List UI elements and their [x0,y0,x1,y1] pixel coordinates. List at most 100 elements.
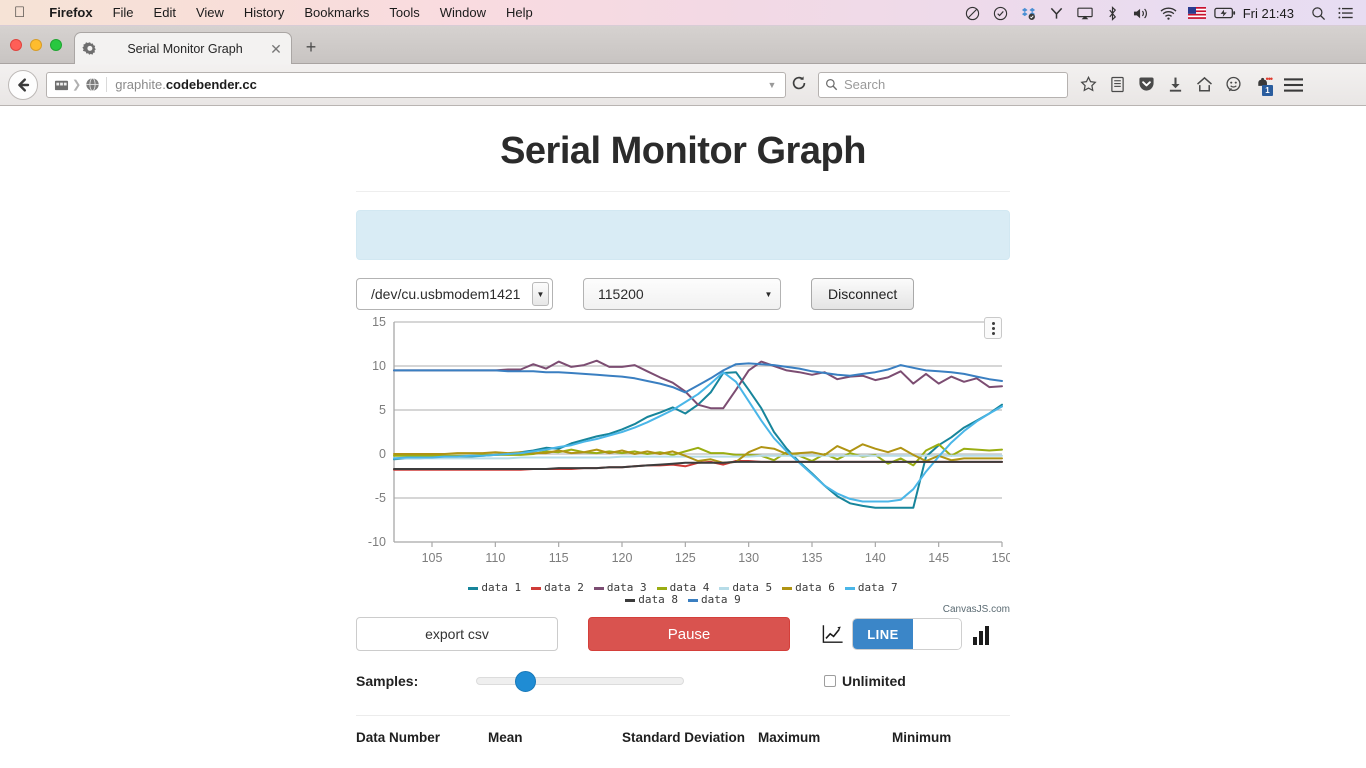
url-text[interactable]: graphite.codebender.cc [106,77,763,92]
bar-1 [973,637,977,645]
minimize-window-button[interactable] [30,39,42,51]
chart-type-toggle[interactable]: LINE [852,618,962,650]
url-bar[interactable]: ❯ graphite.codebender.cc ▼ [46,72,786,98]
close-tab-button[interactable]: ✕ [267,42,285,56]
site-identity-icon[interactable] [51,75,71,95]
page-title: Serial Monitor Graph [348,124,1018,191]
statistics-table: Data Number Mean Standard Deviation Maxi… [356,716,1026,745]
menu-item-firefox[interactable]: Firefox [39,5,102,20]
reader-list-icon[interactable] [1103,70,1132,100]
legend-swatch [625,599,635,602]
pause-button[interactable]: Pause [588,617,790,651]
back-button[interactable] [8,70,38,100]
kebab-menu-icon[interactable] [984,317,1002,339]
bookmark-star-icon[interactable] [1074,70,1103,100]
export-csv-button[interactable]: export csv [356,617,558,651]
menu-item-history[interactable]: History [234,5,294,20]
chevron-down-icon[interactable]: ▼ [760,282,777,306]
svg-text:110: 110 [485,551,505,565]
serial-output-box[interactable] [356,210,1010,260]
chart-canvas[interactable]: -10-505101510511011512012513013514014515… [356,314,1010,576]
port-select[interactable]: /dev/cu.usbmodem1421 ▼ [356,278,553,310]
svg-text:-10: -10 [368,535,386,549]
unlimited-label: Unlimited [842,673,906,689]
url-dropdown-icon[interactable]: ▼ [763,80,781,90]
bar-chart-icon[interactable] [970,623,992,645]
close-window-button[interactable] [10,39,22,51]
legend-item-7[interactable]: data 7 [845,582,898,594]
search-placeholder: Search [844,77,885,92]
dropbox-icon[interactable] [1015,0,1043,26]
legend-swatch [688,599,698,602]
us-flag-icon[interactable] [1183,0,1211,26]
unlimited-checkbox[interactable] [824,675,836,687]
chart-type-toggle-value[interactable]: LINE [853,619,913,649]
volume-icon[interactable] [1127,0,1155,26]
serial-monitor-app: Serial Monitor Graph /dev/cu.usbmodem142… [348,106,1018,745]
menu-item-help[interactable]: Help [496,5,543,20]
pocket-icon[interactable] [1132,70,1161,100]
legend-item-1[interactable]: data 1 [468,582,521,594]
menu-item-bookmarks[interactable]: Bookmarks [294,5,379,20]
table-header-maximum: Maximum [758,716,892,745]
browser-tab[interactable]: Serial Monitor Graph ✕ [74,32,292,64]
reload-button[interactable] [786,75,812,95]
chart-legend[interactable]: data 1data 2data 3data 4data 5data 6data… [356,582,1010,606]
legend-label: data 9 [701,593,741,606]
do-not-disturb-icon[interactable] [959,0,987,26]
extension-icon[interactable]: ••• 1 [1248,70,1277,100]
menu-item-tools[interactable]: Tools [379,5,429,20]
disconnect-button[interactable]: Disconnect [811,278,914,310]
search-icon [825,78,838,91]
samples-slider-knob[interactable] [515,671,536,692]
checkmark-circle-icon[interactable] [987,0,1015,26]
menu-item-edit[interactable]: Edit [144,5,186,20]
baudrate-select[interactable]: 115200 ▼ [583,278,781,310]
notification-center-icon[interactable] [1332,0,1360,26]
unlimited-toggle[interactable]: Unlimited [824,673,906,689]
line-chart-icon[interactable] [822,623,844,645]
chat-icon[interactable] [1219,70,1248,100]
macos-menu-bar:  Firefox File Edit View History Bookmar… [0,0,1366,26]
home-icon[interactable] [1190,70,1219,100]
spotlight-search-icon[interactable] [1304,0,1332,26]
legend-label: data 6 [795,581,835,594]
menu-item-window[interactable]: Window [430,5,496,20]
bluetooth-icon[interactable] [1099,0,1127,26]
battery-charging-icon[interactable] [1211,0,1239,26]
legend-item-8[interactable]: data 8 [625,594,678,606]
svg-text:135: 135 [802,551,823,565]
maximize-window-button[interactable] [50,39,62,51]
downloads-icon[interactable] [1161,70,1190,100]
search-bar[interactable]: Search [818,72,1068,98]
new-tab-button[interactable]: + [300,38,322,56]
legend-item-6[interactable]: data 6 [782,582,835,594]
menu-bar-clock[interactable]: Fri 21:43 [1239,6,1304,21]
serial-chart: -10-505101510511011512012513013514014515… [356,314,1010,609]
baudrate-select-value: 115200 [598,286,644,302]
menu-item-view[interactable]: View [186,5,234,20]
url-prefix: graphite. [115,77,166,92]
menu-bar-status-area: Fri 21:43 [959,0,1360,26]
hamburger-menu-icon[interactable] [1277,70,1309,100]
svg-text:140: 140 [865,551,886,565]
gear-icon [81,40,99,58]
extension-badge-count: 1 [1262,85,1273,96]
menu-item-file[interactable]: File [103,5,144,20]
chevron-down-icon[interactable]: ▼ [532,282,549,306]
vpn-icon[interactable] [1043,0,1071,26]
port-select-value: /dev/cu.usbmodem1421 [371,286,520,302]
samples-slider[interactable] [476,677,684,685]
svg-text:145: 145 [928,551,949,565]
legend-swatch [782,587,792,590]
airplay-icon[interactable] [1071,0,1099,26]
apple-menu-icon[interactable]:  [14,5,25,20]
chart-type-toggle-track[interactable] [913,619,961,649]
wifi-icon[interactable] [1155,0,1183,26]
globe-icon[interactable] [82,75,102,95]
legend-item-9[interactable]: data 9 [688,594,741,606]
svg-text:-5: -5 [375,491,386,505]
samples-label: Samples: [356,673,476,689]
legend-item-2[interactable]: data 2 [531,582,584,594]
firefox-window: Serial Monitor Graph ✕ + ❯ graphite.code… [0,26,1366,768]
